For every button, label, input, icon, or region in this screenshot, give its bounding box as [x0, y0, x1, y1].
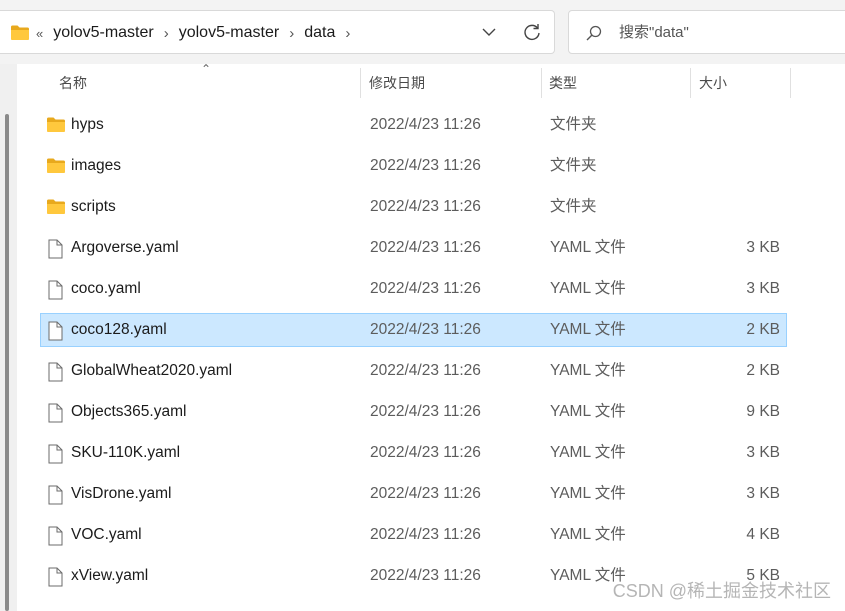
chevron-down-icon[interactable] [481, 24, 497, 45]
file-icon [46, 444, 64, 469]
sort-ascending-icon: ⌃ [201, 62, 212, 76]
vertical-scrollbar[interactable] [0, 64, 17, 611]
file-icon [46, 403, 64, 428]
file-name: scripts [71, 198, 116, 215]
breadcrumb-separator-icon[interactable]: › [289, 25, 294, 42]
file-type: YAML 文件 [550, 280, 626, 297]
file-icon [46, 362, 64, 387]
list-item[interactable]: coco.yaml 2022/4/23 11:26 YAML 文件 3 KB [40, 272, 787, 306]
folder-icon [46, 157, 66, 179]
file-modified: 2022/4/23 11:26 [370, 444, 481, 461]
file-modified: 2022/4/23 11:26 [370, 321, 481, 338]
overflow-chevron[interactable]: « [36, 26, 43, 41]
list-item[interactable]: scripts 2022/4/23 11:26 文件夹 [40, 190, 787, 224]
breadcrumb-item[interactable]: yolov5-master [179, 24, 279, 42]
file-modified: 2022/4/23 11:26 [370, 157, 481, 174]
breadcrumb-item[interactable]: data [304, 24, 335, 42]
file-icon [46, 526, 64, 551]
file-size: 4 KB [746, 526, 780, 543]
file-size: 3 KB [746, 280, 780, 297]
file-type: 文件夹 [550, 157, 597, 174]
column-header-row: ⌃ 名称 修改日期 类型 大小 [17, 62, 845, 102]
file-icon [46, 321, 64, 346]
file-size: 2 KB [746, 321, 780, 338]
file-modified: 2022/4/23 11:26 [370, 567, 481, 584]
column-header-type[interactable]: 类型 [549, 64, 577, 102]
file-size: 2 KB [746, 362, 780, 379]
file-modified: 2022/4/23 11:26 [370, 280, 481, 297]
file-modified: 2022/4/23 11:26 [370, 116, 481, 133]
search-box[interactable]: 搜索"data" [568, 10, 845, 54]
file-type: YAML 文件 [550, 321, 626, 338]
file-name: coco128.yaml [71, 321, 167, 338]
file-size: 3 KB [746, 444, 780, 461]
file-type: YAML 文件 [550, 362, 626, 379]
file-modified: 2022/4/23 11:26 [370, 362, 481, 379]
file-name: GlobalWheat2020.yaml [71, 362, 233, 379]
file-name: Objects365.yaml [71, 403, 187, 420]
column-divider[interactable] [690, 68, 691, 98]
column-header-name[interactable]: 名称 [59, 64, 87, 102]
breadcrumb-separator-icon[interactable]: › [345, 25, 350, 42]
file-type: YAML 文件 [550, 239, 626, 256]
breadcrumb: « yolov5-master › yolov5-master › data › [36, 11, 360, 55]
file-type: YAML 文件 [550, 403, 626, 420]
list-item-selected[interactable]: coco128.yaml 2022/4/23 11:26 YAML 文件 2 K… [40, 313, 787, 347]
file-size: 9 KB [746, 403, 780, 420]
file-name: xView.yaml [71, 567, 149, 584]
file-type: YAML 文件 [550, 444, 626, 461]
file-icon [46, 239, 64, 264]
search-placeholder: 搜索"data" [619, 24, 689, 41]
folder-icon [46, 198, 66, 220]
list-item[interactable]: SKU-110K.yaml 2022/4/23 11:26 YAML 文件 3 … [40, 436, 787, 470]
file-modified: 2022/4/23 11:26 [370, 403, 481, 420]
column-divider[interactable] [541, 68, 542, 98]
search-icon [585, 24, 603, 47]
toolbar: « yolov5-master › yolov5-master › data ›… [0, 0, 845, 64]
file-name: Argoverse.yaml [71, 239, 179, 256]
file-name: VOC.yaml [71, 526, 142, 543]
file-modified: 2022/4/23 11:26 [370, 239, 481, 256]
file-name: coco.yaml [71, 280, 141, 297]
folder-icon [10, 24, 30, 46]
breadcrumb-item[interactable]: yolov5-master [53, 24, 153, 42]
file-size: 3 KB [746, 239, 780, 256]
file-size: 3 KB [746, 485, 780, 502]
file-type: 文件夹 [550, 116, 597, 133]
file-name: VisDrone.yaml [71, 485, 172, 502]
file-modified: 2022/4/23 11:26 [370, 198, 481, 215]
file-icon [46, 485, 64, 510]
list-item[interactable]: Argoverse.yaml 2022/4/23 11:26 YAML 文件 3… [40, 231, 787, 265]
file-modified: 2022/4/23 11:26 [370, 526, 481, 543]
list-item[interactable]: images 2022/4/23 11:26 文件夹 [40, 149, 787, 183]
watermark: CSDN @稀土掘金技术社区 [612, 581, 831, 601]
list-item[interactable]: VisDrone.yaml 2022/4/23 11:26 YAML 文件 3 … [40, 477, 787, 511]
address-bar[interactable]: « yolov5-master › yolov5-master › data › [0, 10, 555, 54]
file-type: YAML 文件 [550, 526, 626, 543]
file-modified: 2022/4/23 11:26 [370, 485, 481, 502]
scrollbar-thumb[interactable] [5, 114, 9, 611]
column-divider[interactable] [360, 68, 361, 98]
refresh-icon[interactable] [522, 22, 542, 47]
column-header-size[interactable]: 大小 [699, 64, 727, 102]
file-icon [46, 280, 64, 305]
file-type: 文件夹 [550, 198, 597, 215]
list-item[interactable]: hyps 2022/4/23 11:26 文件夹 [40, 108, 787, 142]
file-name: images [71, 157, 121, 174]
file-name: hyps [71, 116, 104, 133]
file-name: SKU-110K.yaml [71, 444, 181, 461]
list-item[interactable]: Objects365.yaml 2022/4/23 11:26 YAML 文件 … [40, 395, 787, 429]
file-icon [46, 567, 64, 592]
column-divider[interactable] [790, 68, 791, 98]
column-header-modified[interactable]: 修改日期 [369, 64, 425, 102]
folder-icon [46, 116, 66, 138]
list-item[interactable]: GlobalWheat2020.yaml 2022/4/23 11:26 YAM… [40, 354, 787, 388]
file-type: YAML 文件 [550, 485, 626, 502]
list-item[interactable]: VOC.yaml 2022/4/23 11:26 YAML 文件 4 KB [40, 518, 787, 552]
breadcrumb-separator-icon[interactable]: › [164, 25, 169, 42]
